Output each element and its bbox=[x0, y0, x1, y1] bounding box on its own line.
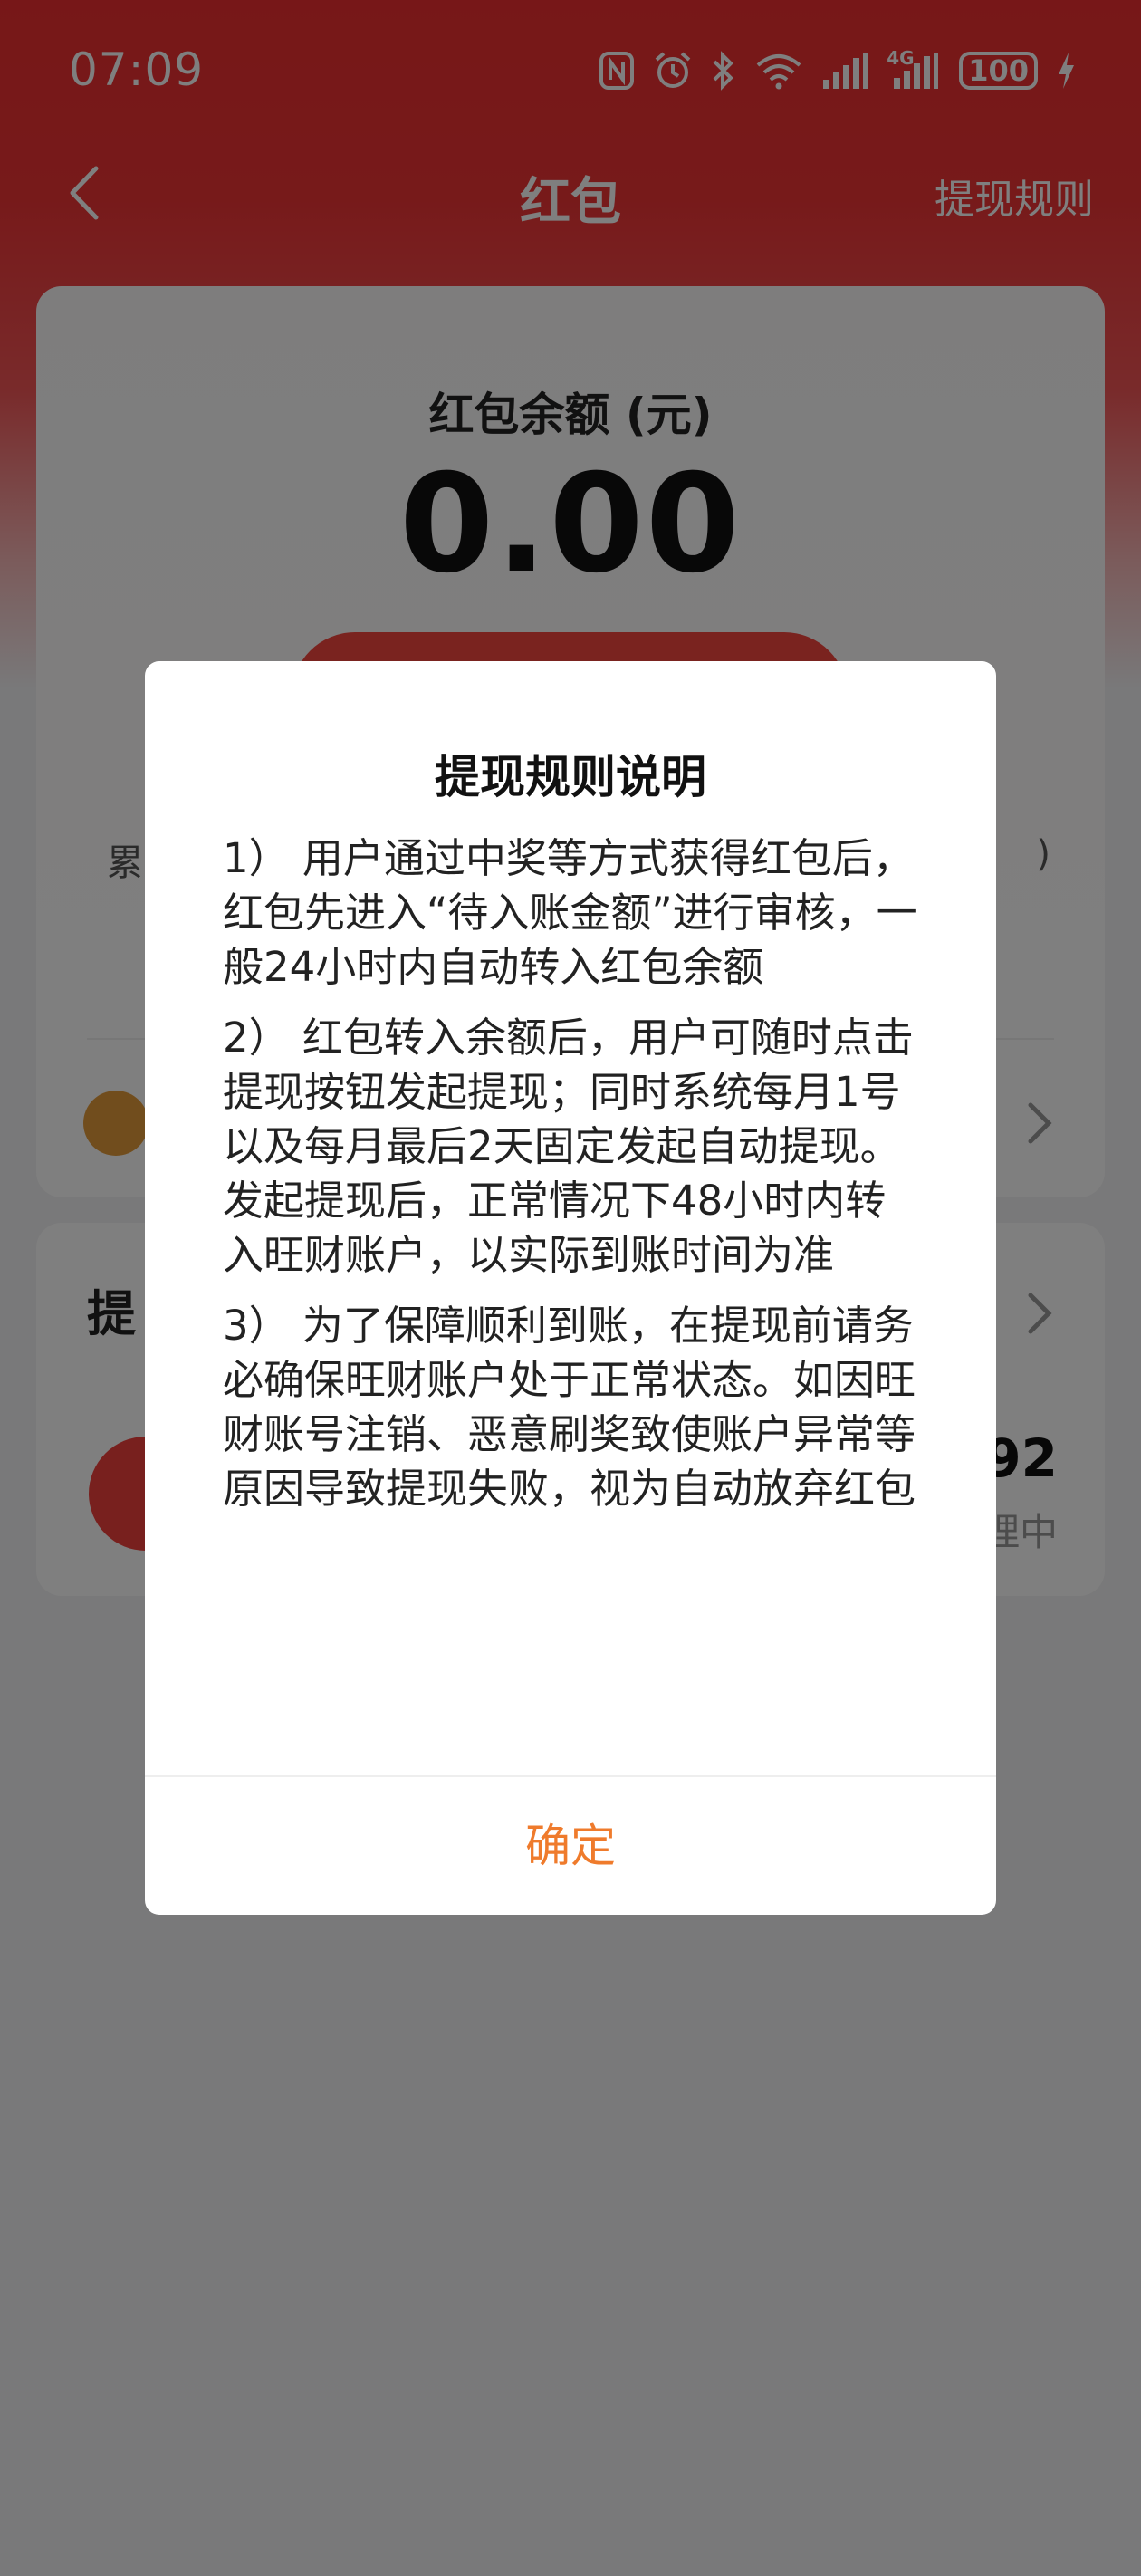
rule-item-3: 3） 为了保障顺利到账，在提现前请务必确保旺财账户处于正常状态。如因旺财账号注销… bbox=[223, 1302, 916, 1513]
dialog-title: 提现规则说明 bbox=[435, 751, 706, 803]
confirm-button[interactable]: 确定 bbox=[145, 1777, 996, 1915]
rule-item-2: 2） 红包转入余额后，用户可随时点击提现按钮发起提现；同时系统每月1号以及每月最… bbox=[223, 1014, 914, 1279]
rule-item-1: 1） 用户通过中奖等方式获得红包后，红包先进入“待入账金额”进行审核，一般24小… bbox=[223, 834, 917, 991]
withdraw-rules-dialog: 提现规则说明 1） 用户通过中奖等方式获得红包后，红包先进入“待入账金额”进行审… bbox=[145, 661, 996, 1915]
dialog-body: 1） 用户通过中奖等方式获得红包后，红包先进入“待入账金额”进行审核，一般24小… bbox=[223, 831, 925, 1533]
